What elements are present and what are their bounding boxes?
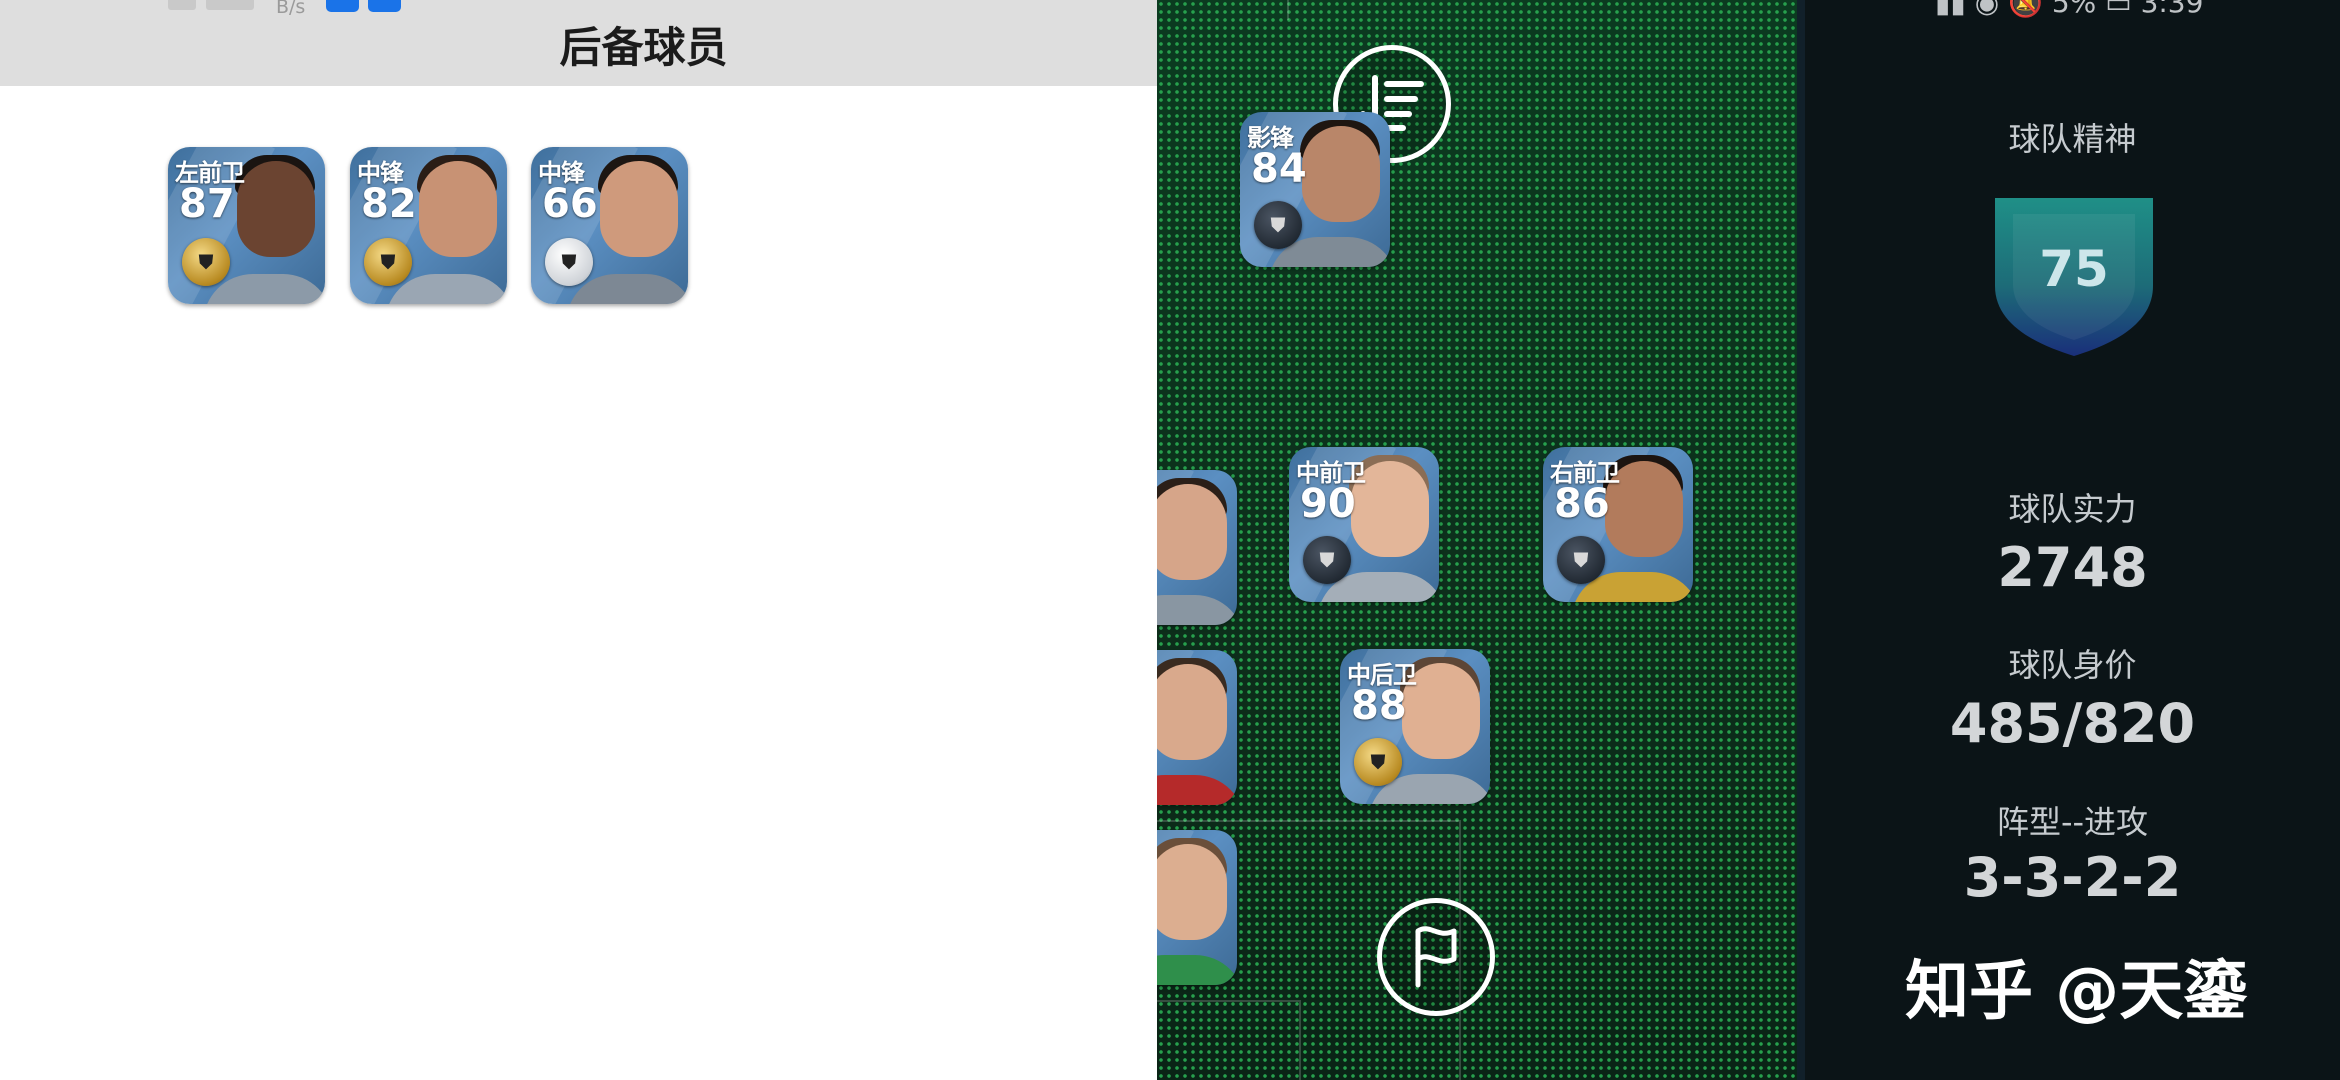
battery-text: 5% xyxy=(2051,0,2097,19)
team-value-value: 485/820 xyxy=(1949,692,2196,755)
team-strength-label: 球队实力 xyxy=(2008,490,2137,528)
bench-player-card[interactable]: 中锋 66 ⛊ xyxy=(531,147,688,304)
formation-value: 3-3-2-2 xyxy=(1963,846,2182,909)
signal-icon xyxy=(168,0,196,10)
pitch-player-card[interactable] xyxy=(1157,830,1237,985)
flag-icon xyxy=(1415,926,1457,988)
medal-icon: ⛊ xyxy=(545,238,593,286)
bench-title: 后备球员 xyxy=(559,23,728,72)
medal-icon: ⛊ xyxy=(1254,201,1302,249)
team-stats-panel: 球队精神 75 球队实力 2748 球队身价 485/820 阵型--进攻 3-… xyxy=(1797,0,2340,1080)
player-rating: 84 xyxy=(1251,146,1307,192)
player-rating: 87 xyxy=(179,181,235,227)
team-strength-value: 2748 xyxy=(1997,536,2148,599)
wifi-icon xyxy=(206,0,254,10)
pitch-player-card[interactable] xyxy=(1157,470,1237,625)
battery-icon: ▭ xyxy=(2105,0,2132,19)
goal-box-line xyxy=(1157,1000,1301,1080)
pitch-player-card[interactable]: 右前卫 86 ⛊ xyxy=(1543,447,1693,602)
formation-label: 阵型--进攻 xyxy=(1996,803,2149,841)
bench-player-card[interactable]: 中锋 82 ⛊ xyxy=(350,147,507,304)
player-rating: 86 xyxy=(1554,481,1610,527)
mute-bell-icon: 🔕 xyxy=(2008,0,2043,19)
player-rating: 88 xyxy=(1351,683,1407,729)
player-rating: 82 xyxy=(361,181,417,227)
pitch-player-card[interactable]: 影锋 84 ⛊ xyxy=(1240,112,1390,267)
watermark: 知乎 @天鎏 xyxy=(1905,955,2248,1029)
eye-icon: ◉ xyxy=(1974,0,2000,19)
medal-icon: ⛊ xyxy=(1303,536,1351,584)
team-value-label: 球队身价 xyxy=(2008,646,2137,684)
flag-button[interactable] xyxy=(1377,898,1495,1016)
medal-icon: ⛊ xyxy=(1354,738,1402,786)
signal-icon: ▮▮ xyxy=(1935,0,1966,19)
medal-icon: ⛊ xyxy=(1557,536,1605,584)
player-rating: 90 xyxy=(1300,481,1356,527)
bench-header: B/s 后备球员 xyxy=(0,0,1157,86)
pitch-player-card[interactable]: 中前卫 90 ⛊ xyxy=(1289,447,1439,602)
player-rating: 66 xyxy=(542,181,598,227)
team-spirit-value: 75 xyxy=(2039,240,2109,298)
clock-time: 3:39 xyxy=(2140,0,2204,19)
bench-panel: B/s 后备球员 左前卫 87 ⛊ 中锋 82 ⛊ 中锋 66 ⛊ xyxy=(0,0,1157,1080)
panel-divider xyxy=(1797,0,1805,1080)
medal-icon: ⛊ xyxy=(182,238,230,286)
pitch-line xyxy=(1287,0,1289,20)
pitch-player-card[interactable]: 中后卫 88 ⛊ xyxy=(1340,649,1490,804)
medal-icon: ⛊ xyxy=(364,238,412,286)
pitch-player-card[interactable] xyxy=(1157,650,1237,805)
formation-pitch: 影锋 84 ⛊ 中前卫 90 ⛊ 右前卫 86 ⛊ 中后卫 88 ⛊ xyxy=(1157,0,1797,1080)
status-bar-right: ▮▮ ◉ 🔕 5% ▭ 3:39 xyxy=(1935,0,2203,19)
notification-badge-icon xyxy=(326,0,359,12)
notification-badge-icon xyxy=(368,0,401,12)
team-spirit-label: 球队精神 xyxy=(2008,120,2137,158)
bench-player-card[interactable]: 左前卫 87 ⛊ xyxy=(168,147,325,304)
